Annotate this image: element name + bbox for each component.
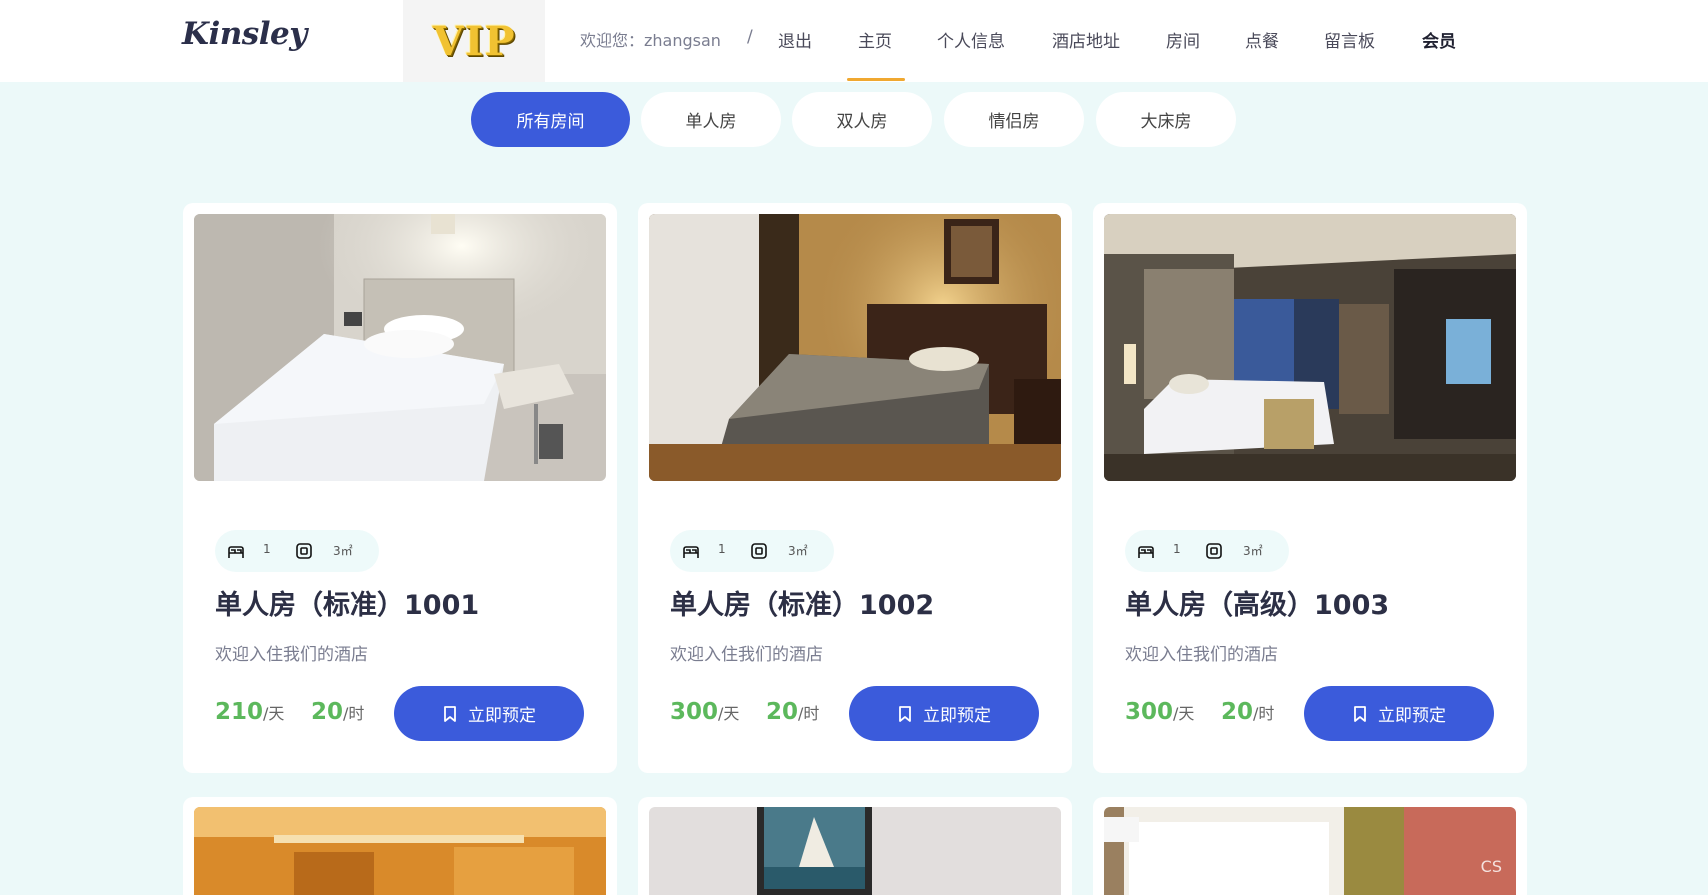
price-day-value: 300 bbox=[670, 699, 719, 725]
nav-home[interactable]: 主页 bbox=[858, 27, 892, 52]
price-day-unit: /天 bbox=[263, 704, 285, 723]
price-per-day: 300/天 bbox=[1125, 699, 1194, 725]
watermark-text: CS bbox=[1480, 857, 1502, 876]
welcome-text: 欢迎您：zhangsan bbox=[580, 31, 721, 50]
price-per-hour: 20/时 bbox=[766, 699, 819, 725]
room-features: 1 3㎡ bbox=[1125, 530, 1289, 572]
nav-membership[interactable]: 会员 bbox=[1422, 27, 1456, 52]
room-title[interactable]: 单人房（标准）1001 bbox=[215, 583, 479, 622]
book-now-label: 立即预定 bbox=[1378, 706, 1446, 726]
bookmark-icon bbox=[444, 705, 456, 722]
room-photo[interactable]: CS bbox=[1104, 807, 1516, 895]
room-area: 3㎡ bbox=[1243, 544, 1263, 558]
price-per-hour: 20/时 bbox=[311, 699, 364, 725]
bed-count: 1 bbox=[263, 542, 271, 556]
room-photo[interactable] bbox=[194, 214, 606, 481]
price-hour-value: 20 bbox=[766, 699, 799, 725]
room-area: 3㎡ bbox=[788, 544, 808, 558]
filter-tab-all-rooms[interactable]: 所有房间 bbox=[471, 92, 630, 147]
price-hour-unit: /时 bbox=[1253, 704, 1275, 723]
bed-count: 1 bbox=[1173, 542, 1181, 556]
nav-order-food[interactable]: 点餐 bbox=[1245, 27, 1279, 52]
book-now-label: 立即预定 bbox=[923, 706, 991, 726]
nav-message-board[interactable]: 留言板 bbox=[1324, 27, 1375, 52]
price-day-unit: /天 bbox=[718, 704, 740, 723]
area-icon bbox=[751, 543, 767, 559]
room-card bbox=[183, 797, 617, 895]
bed-count: 1 bbox=[718, 542, 726, 556]
price-day-unit: /天 bbox=[1173, 704, 1195, 723]
filter-tab-couple[interactable]: 情侣房 bbox=[944, 92, 1084, 147]
bed-icon bbox=[228, 546, 244, 558]
book-now-label: 立即预定 bbox=[468, 706, 536, 726]
room-description: 欢迎入住我们的酒店 bbox=[670, 645, 823, 665]
room-title[interactable]: 单人房（高级）1003 bbox=[1125, 583, 1389, 622]
price-hour-value: 20 bbox=[1221, 699, 1254, 725]
bookmark-icon bbox=[899, 705, 911, 722]
nav-rooms[interactable]: 房间 bbox=[1166, 27, 1200, 52]
area-icon bbox=[1206, 543, 1222, 559]
price-hour-unit: /时 bbox=[798, 704, 820, 723]
vip-badge: VIP bbox=[432, 17, 516, 65]
room-photo[interactable] bbox=[649, 214, 1061, 481]
price-hour-unit: /时 bbox=[343, 704, 365, 723]
room-card bbox=[638, 797, 1072, 895]
filter-tab-single[interactable]: 单人房 bbox=[641, 92, 781, 147]
price-per-day: 300/天 bbox=[670, 699, 739, 725]
room-card: 1 3㎡ 单人房（标准）1002 欢迎入住我们的酒店 300/天 20/时 立即… bbox=[638, 203, 1072, 773]
room-area: 3㎡ bbox=[333, 544, 353, 558]
price-hour-value: 20 bbox=[311, 699, 344, 725]
active-nav-indicator bbox=[847, 78, 905, 81]
nav-logout[interactable]: 退出 bbox=[778, 27, 812, 52]
room-description: 欢迎入住我们的酒店 bbox=[215, 645, 368, 665]
filter-tab-double[interactable]: 双人房 bbox=[792, 92, 932, 147]
room-description: 欢迎入住我们的酒店 bbox=[1125, 645, 1278, 665]
vip-badge-box[interactable]: VIP bbox=[403, 0, 545, 82]
price-day-value: 210 bbox=[215, 699, 264, 725]
price-per-hour: 20/时 bbox=[1221, 699, 1274, 725]
bed-icon bbox=[683, 546, 699, 558]
room-features: 1 3㎡ bbox=[215, 530, 379, 572]
room-card: 1 3㎡ 单人房（标准）1001 欢迎入住我们的酒店 210/天 20/时 立即… bbox=[183, 203, 617, 773]
room-card: 1 3㎡ 单人房（高级）1003 欢迎入住我们的酒店 300/天 20/时 立即… bbox=[1093, 203, 1527, 773]
nav-hotel-address[interactable]: 酒店地址 bbox=[1052, 27, 1120, 52]
site-logo[interactable]: Kinsley bbox=[182, 16, 307, 52]
area-icon bbox=[296, 543, 312, 559]
nav-separator: / bbox=[747, 27, 753, 47]
bookmark-icon bbox=[1354, 705, 1366, 722]
book-now-button[interactable]: 立即预定 bbox=[394, 686, 584, 741]
book-now-button[interactable]: 立即预定 bbox=[849, 686, 1039, 741]
top-navbar: Kinsley VIP 欢迎您：zhangsan / 退出 主页 个人信息 酒店… bbox=[0, 0, 1708, 82]
room-photo[interactable] bbox=[649, 807, 1061, 895]
room-photo[interactable] bbox=[1104, 214, 1516, 481]
nav-profile[interactable]: 个人信息 bbox=[937, 27, 1005, 52]
room-features: 1 3㎡ bbox=[670, 530, 834, 572]
price-day-value: 300 bbox=[1125, 699, 1174, 725]
bed-icon bbox=[1138, 546, 1154, 558]
room-photo[interactable] bbox=[194, 807, 606, 895]
room-title[interactable]: 单人房（标准）1002 bbox=[670, 583, 934, 622]
room-card: CS bbox=[1093, 797, 1527, 895]
book-now-button[interactable]: 立即预定 bbox=[1304, 686, 1494, 741]
price-per-day: 210/天 bbox=[215, 699, 284, 725]
filter-tab-king[interactable]: 大床房 bbox=[1096, 92, 1236, 147]
